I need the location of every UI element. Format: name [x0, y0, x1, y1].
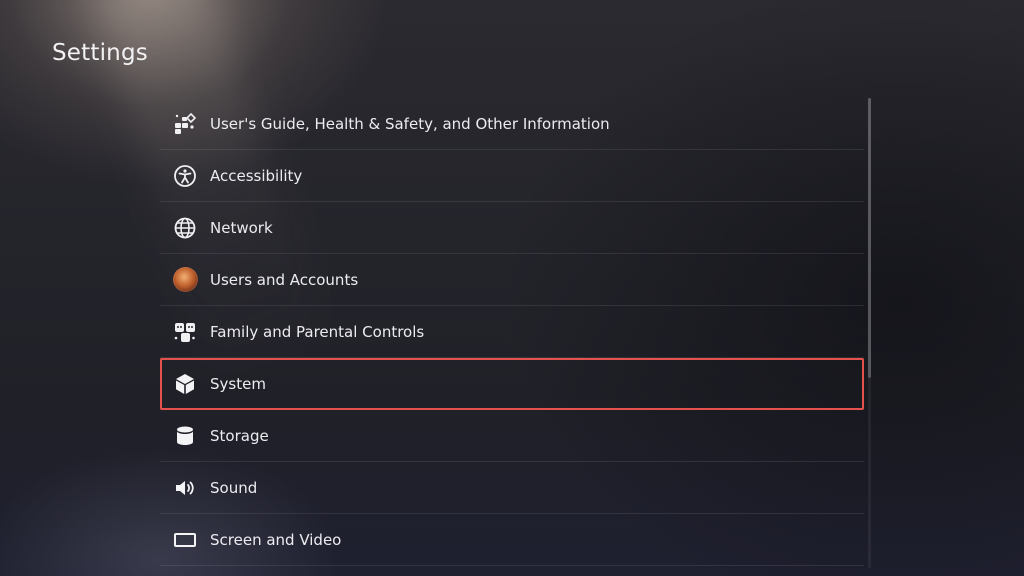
menu-item-users-guide[interactable]: User's Guide, Health & Safety, and Other… — [160, 98, 864, 150]
menu-item-family-parental[interactable]: Family and Parental Controls — [160, 306, 864, 358]
guide-icon — [172, 111, 198, 137]
menu-item-label: Network — [210, 218, 273, 237]
menu-item-sound[interactable]: Sound — [160, 462, 864, 514]
page-title: Settings — [52, 40, 148, 66]
menu-item-label: Sound — [210, 478, 258, 497]
family-icon — [172, 319, 198, 345]
menu-item-accessibility[interactable]: Accessibility — [160, 150, 864, 202]
screen-icon — [172, 527, 198, 553]
menu-item-screen-video[interactable]: Screen and Video — [160, 514, 864, 566]
scrollbar-track — [868, 378, 871, 568]
menu-item-label: Accessibility — [210, 166, 303, 185]
globe-icon — [172, 215, 198, 241]
accessibility-icon — [172, 163, 198, 189]
storage-cylinder-icon — [172, 423, 198, 449]
speaker-icon — [172, 475, 198, 501]
cube-icon — [172, 371, 198, 397]
menu-item-label: System — [210, 375, 266, 393]
scrollbar-thumb[interactable] — [868, 98, 871, 378]
avatar — [172, 267, 198, 292]
settings-list: User's Guide, Health & Safety, and Other… — [160, 98, 864, 566]
menu-item-network[interactable]: Network — [160, 202, 864, 254]
menu-item-label: Users and Accounts — [210, 270, 359, 289]
menu-item-users-accounts[interactable]: Users and Accounts — [160, 254, 864, 306]
menu-item-label: Storage — [210, 426, 269, 445]
menu-item-label: Screen and Video — [210, 530, 342, 549]
menu-item-storage[interactable]: Storage — [160, 410, 864, 462]
menu-item-label: User's Guide, Health & Safety, and Other… — [210, 114, 610, 133]
user-avatar-icon — [172, 267, 198, 293]
menu-item-system[interactable]: System — [160, 358, 864, 410]
menu-item-label: Family and Parental Controls — [210, 322, 425, 341]
